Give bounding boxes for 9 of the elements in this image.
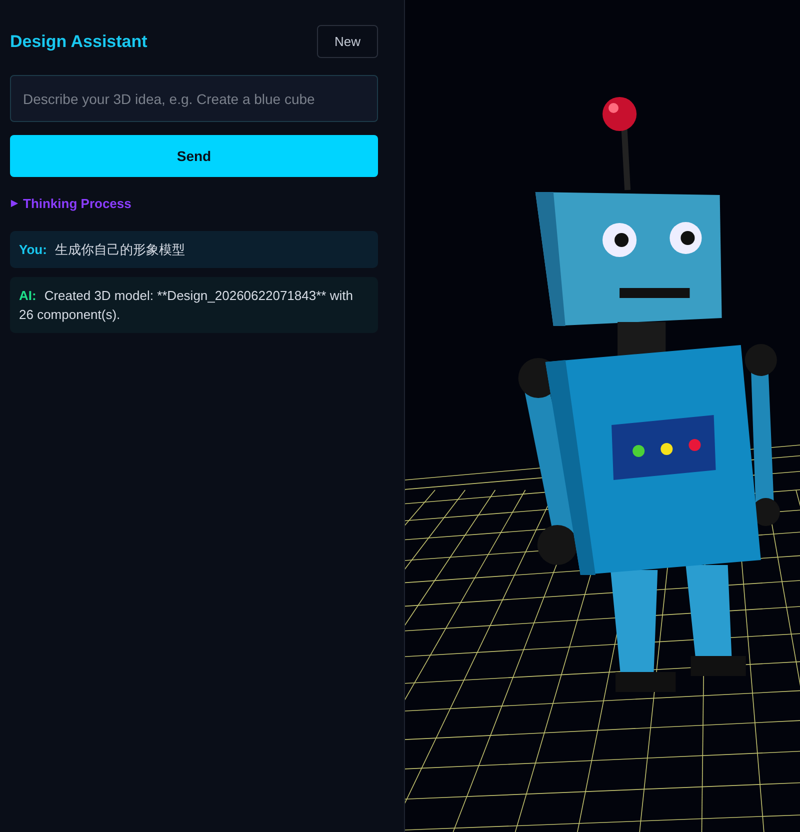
send-button[interactable]: Send — [10, 135, 378, 177]
panel-title: Design Assistant — [10, 32, 148, 52]
thinking-process-toggle[interactable]: Thinking Process — [23, 196, 132, 211]
3d-viewport[interactable] — [405, 0, 800, 832]
chat-message: AI: Created 3D model: **Design_20260622071843** with 26 component(s). — [10, 277, 378, 333]
disclosure-triangle-icon[interactable] — [10, 199, 19, 208]
prompt-field[interactable]: Describe your 3D idea, e.g. Create a blue cube — [10, 75, 378, 122]
chat-message: You: 生成你自己的形象模型 — [10, 231, 378, 268]
new-button[interactable]: New — [317, 25, 378, 58]
